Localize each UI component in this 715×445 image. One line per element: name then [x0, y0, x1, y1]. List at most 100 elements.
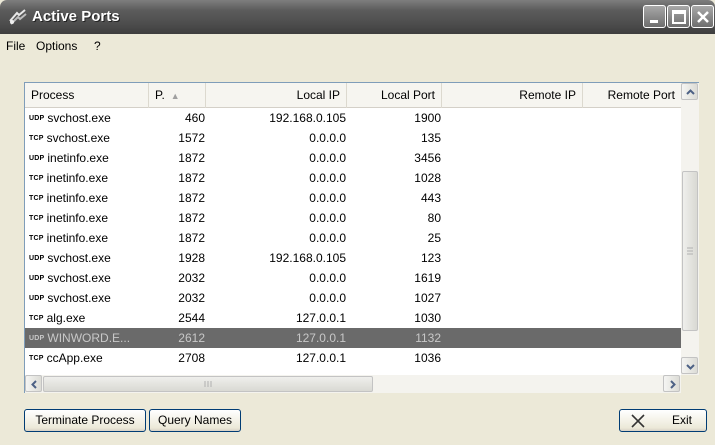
remote-ip-cell: [442, 208, 582, 228]
column-label-process: Process: [31, 88, 75, 102]
local-port-cell: 443: [420, 191, 441, 205]
pid-cell: 1872: [178, 151, 205, 165]
column-label-pid: P.: [155, 88, 165, 102]
remote-ip-cell: [442, 148, 582, 168]
remote-ip-cell: [442, 168, 582, 188]
maximize-icon: [672, 10, 686, 24]
scroll-up-button[interactable]: [681, 83, 698, 100]
remote-port-cell: [583, 188, 681, 208]
local-port-cell: 25: [427, 231, 441, 245]
column-header-local-ip[interactable]: Local IP: [206, 83, 347, 108]
minimize-button[interactable]: [643, 5, 666, 28]
local-port-cell: 1132: [415, 331, 441, 345]
protocol-tag: TCP: [29, 195, 44, 202]
process-name: svchost.exe: [46, 131, 110, 145]
local-ip-cell: 0.0.0.0: [309, 291, 346, 305]
remote-ip-cell: [442, 228, 582, 248]
pid-cell: 1872: [178, 211, 205, 225]
process-cell: TCP inetinfo.exe: [29, 188, 147, 208]
scrollbar-corner: [681, 375, 699, 393]
table-row[interactable]: UDP svchost.exe 1928 192.168.0.105 123: [25, 248, 681, 268]
local-port-cell: 3456: [414, 151, 441, 165]
process-name: svchost.exe: [47, 291, 111, 305]
local-port-cell: 80: [427, 211, 441, 225]
table-row[interactable]: TCP inetinfo.exe 1872 0.0.0.0 80: [25, 208, 681, 228]
process-name: svchost.exe: [47, 271, 111, 285]
horizontal-scroll-thumb[interactable]: [43, 376, 373, 392]
remote-port-cell: [583, 348, 681, 368]
pid-cell: 460: [184, 111, 205, 125]
process-name: inetinfo.exe: [47, 151, 109, 165]
local-ip-cell: 0.0.0.0: [309, 211, 346, 225]
column-label-remote-ip: Remote IP: [519, 88, 576, 102]
pid-cell: 2708: [178, 351, 205, 365]
table-row[interactable]: UDP inetinfo.exe 1872 0.0.0.0 3456: [25, 148, 681, 168]
remote-port-cell: [583, 128, 681, 148]
ports-list[interactable]: Process P. ▲ Local IP Local Port Remote I…: [24, 82, 699, 393]
remote-port-cell: [583, 328, 681, 348]
remote-ip-cell: [442, 328, 582, 348]
maximize-button[interactable]: [667, 5, 690, 28]
column-header-pid[interactable]: P. ▲: [149, 83, 206, 108]
menu-options[interactable]: Options: [36, 39, 77, 53]
remote-port-cell: [583, 288, 681, 308]
protocol-tag: UDP: [29, 255, 45, 262]
chevron-up-icon: [686, 89, 695, 95]
remote-ip-cell: [442, 128, 582, 148]
vertical-scroll-thumb[interactable]: [682, 171, 698, 331]
menu-help[interactable]: ?: [94, 39, 101, 53]
title-bar[interactable]: Active Ports: [0, 0, 715, 34]
menu-file[interactable]: File: [6, 39, 25, 53]
pid-cell: 1572: [178, 131, 205, 145]
table-row[interactable]: TCP inetinfo.exe 1872 0.0.0.0 25: [25, 228, 681, 248]
column-header-process[interactable]: Process: [25, 83, 149, 108]
table-row[interactable]: TCP inetinfo.exe 1872 0.0.0.0 443: [25, 188, 681, 208]
table-row[interactable]: UDP svchost.exe 2032 0.0.0.0 1027: [25, 288, 681, 308]
table-row[interactable]: UDP WINWORD.E... 2612 127.0.0.1 1132: [25, 328, 681, 348]
close-icon: [697, 11, 709, 23]
query-names-button[interactable]: Query Names: [149, 409, 241, 432]
protocol-tag: TCP: [29, 235, 44, 242]
vertical-scrollbar[interactable]: [681, 83, 699, 375]
local-ip-cell: 192.168.0.105: [269, 111, 346, 125]
table-row[interactable]: TCP ccApp.exe 2708 127.0.0.1 1036: [25, 348, 681, 368]
local-ip-cell: 192.168.0.105: [269, 251, 346, 265]
pid-cell: 1872: [178, 171, 205, 185]
remote-port-cell: [583, 108, 681, 128]
protocol-tag: UDP: [29, 335, 45, 342]
terminate-process-button[interactable]: Terminate Process: [24, 409, 146, 432]
table-row[interactable]: TCP svchost.exe 1572 0.0.0.0 135: [25, 128, 681, 148]
remote-ip-cell: [442, 308, 582, 328]
remote-port-cell: [583, 148, 681, 168]
local-ip-cell: 127.0.0.1: [295, 311, 346, 325]
remote-port-cell: [583, 168, 681, 188]
chevron-left-icon: [31, 380, 37, 389]
scroll-left-button[interactable]: [25, 375, 42, 392]
remote-port-cell: [583, 308, 681, 328]
scroll-down-button[interactable]: [681, 357, 698, 374]
column-label-local-port: Local Port: [380, 88, 435, 102]
column-header-remote-ip[interactable]: Remote IP: [442, 83, 583, 108]
table-row[interactable]: TCP alg.exe 2544 127.0.0.1 1030: [25, 308, 681, 328]
column-header-remote-port[interactable]: Remote Port: [583, 83, 681, 108]
list-rows: UDP svchost.exe 460 192.168.0.105 1900 TCP svc…: [25, 108, 681, 368]
local-ip-cell: 0.0.0.0: [309, 131, 346, 145]
table-row[interactable]: TCP inetinfo.exe 1872 0.0.0.0 1028: [25, 168, 681, 188]
remote-ip-cell: [442, 248, 582, 268]
table-row[interactable]: UDP svchost.exe 460 192.168.0.105 1900: [25, 108, 681, 128]
horizontal-scrollbar[interactable]: [25, 375, 681, 393]
local-port-cell: 1619: [414, 271, 441, 285]
column-label-remote-port: Remote Port: [607, 88, 675, 102]
remote-port-cell: [583, 228, 681, 248]
remote-port-cell: [583, 208, 681, 228]
scroll-right-button[interactable]: [663, 375, 680, 392]
pid-cell: 2032: [178, 291, 205, 305]
exit-button[interactable]: Exit: [619, 409, 707, 432]
process-cell: UDP svchost.exe: [29, 268, 147, 288]
process-cell: UDP svchost.exe: [29, 248, 147, 268]
column-header-local-port[interactable]: Local Port: [347, 83, 442, 108]
chevron-down-icon: [686, 364, 695, 370]
close-button[interactable]: [691, 5, 714, 28]
table-row[interactable]: UDP svchost.exe 2032 0.0.0.0 1619: [25, 268, 681, 288]
chevron-right-icon: [670, 380, 676, 389]
